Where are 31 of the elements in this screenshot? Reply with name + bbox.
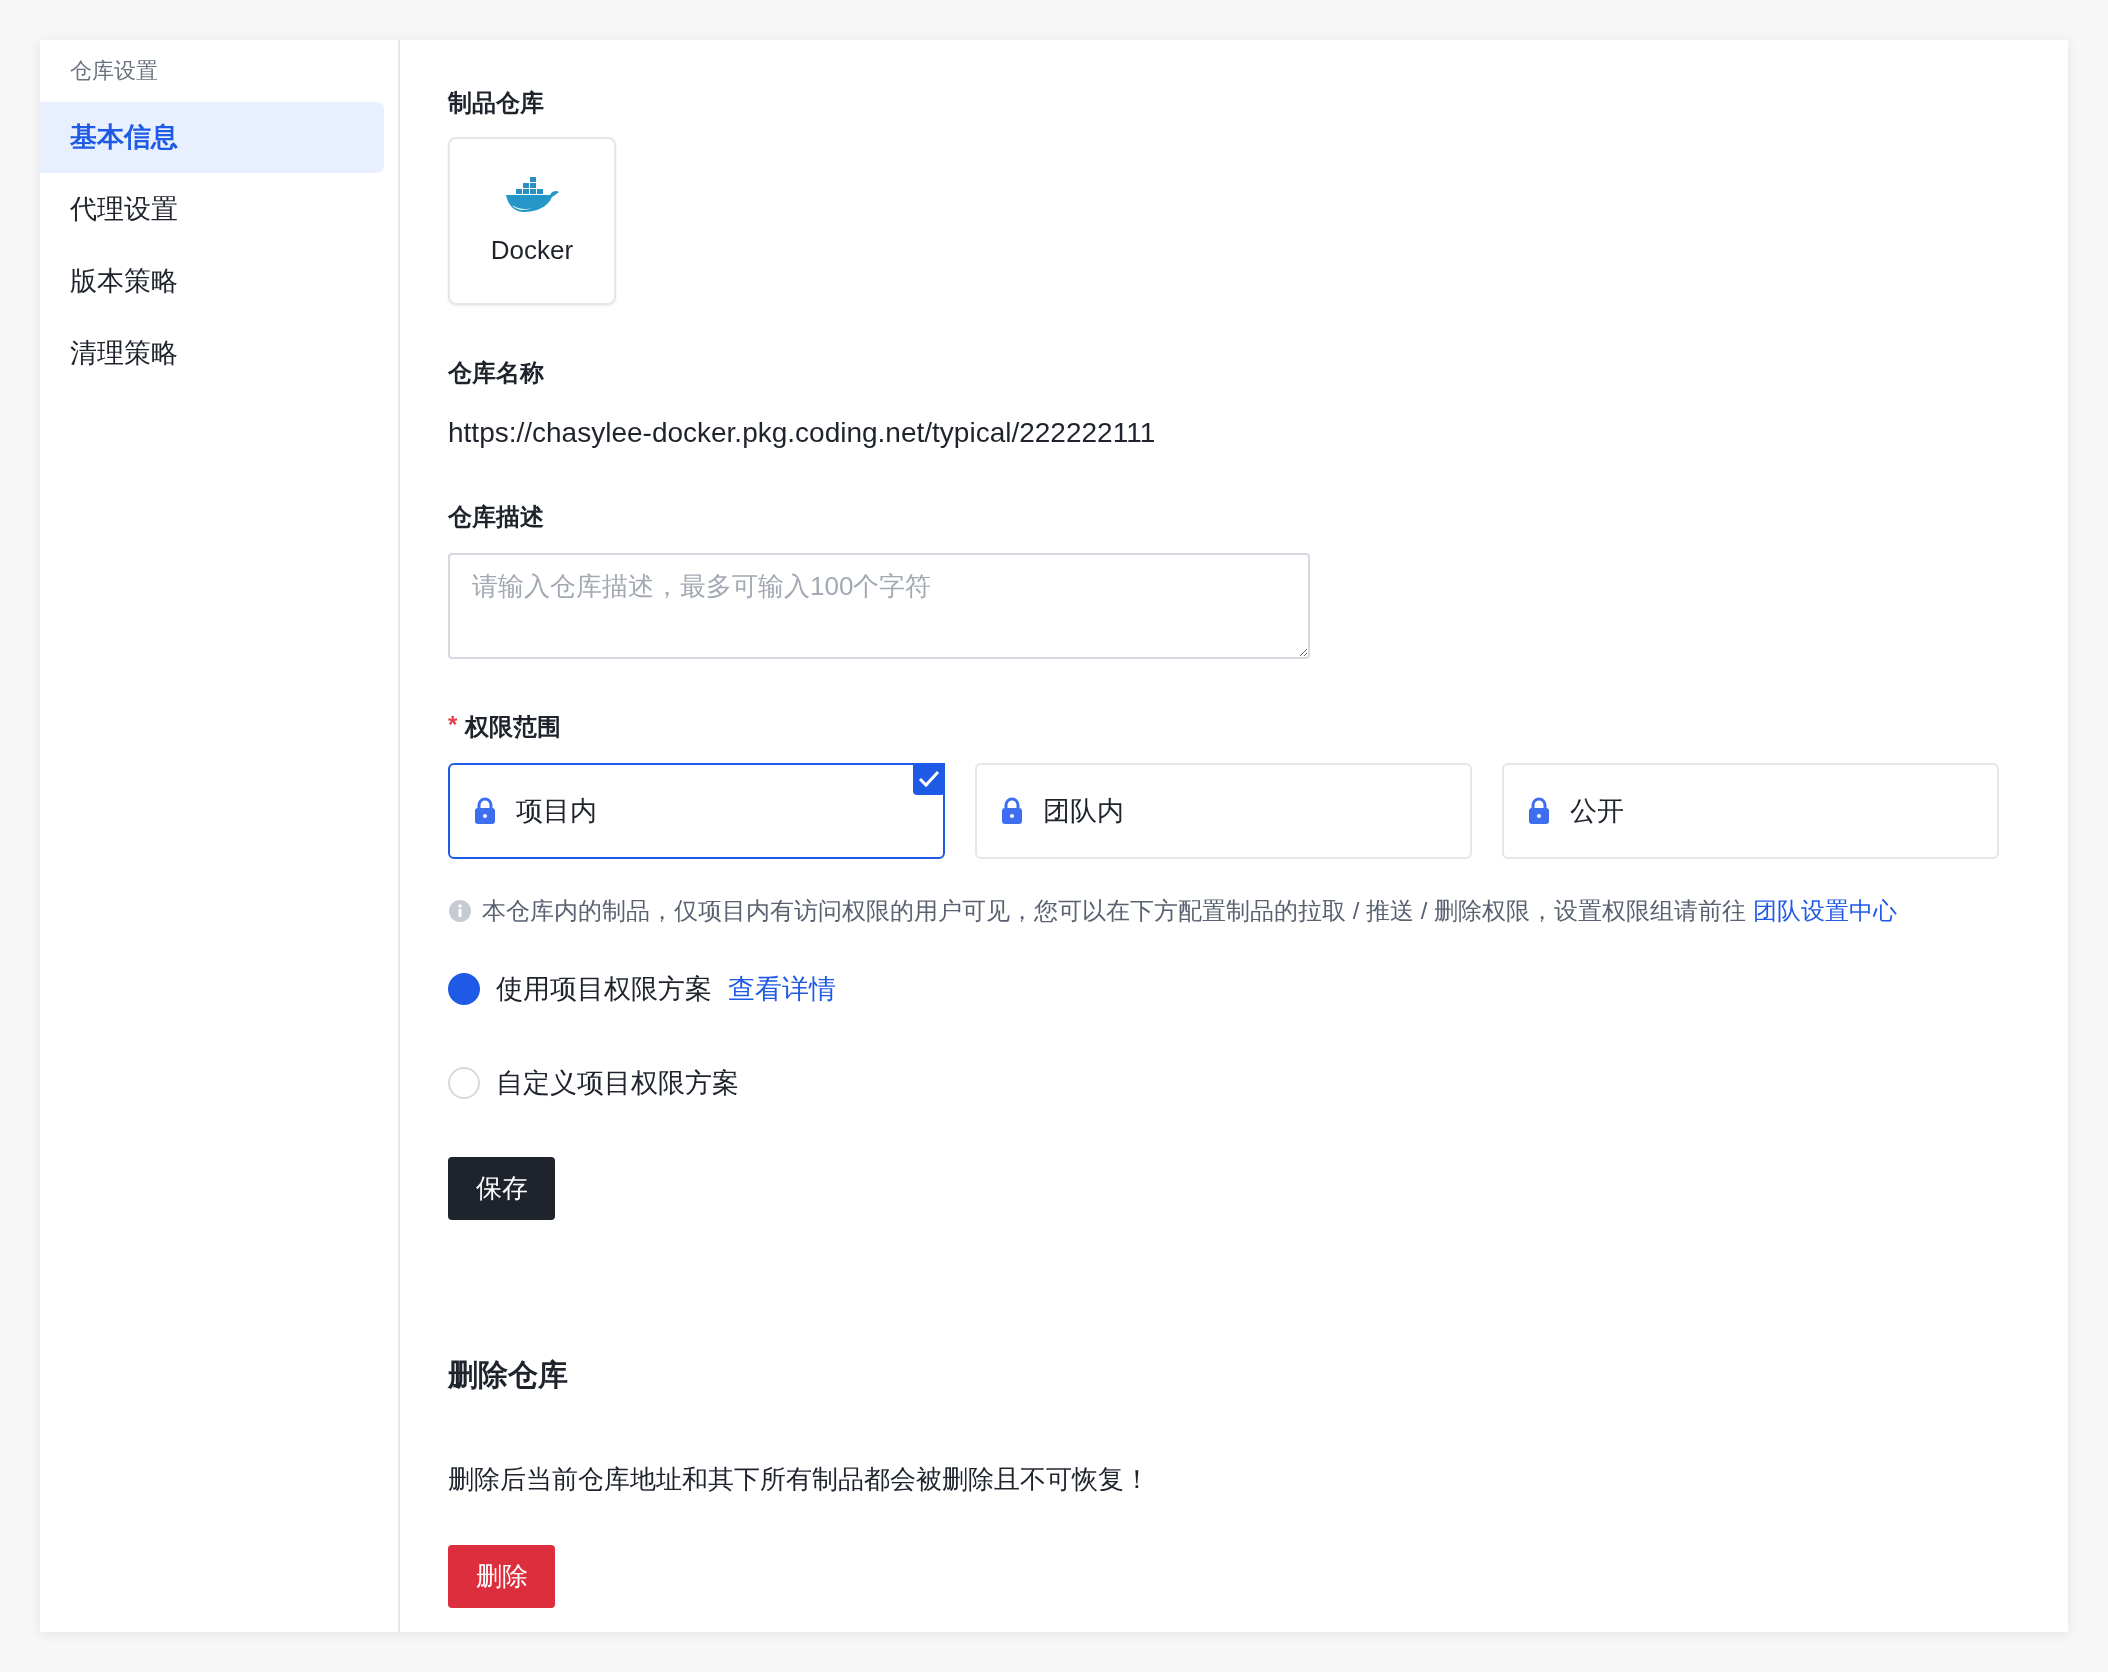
field-label: 仓库名称 bbox=[448, 358, 544, 388]
field-label: 仓库描述 bbox=[448, 502, 544, 532]
radio-label[interactable]: 使用项目权限方案 bbox=[496, 971, 712, 1007]
repository-url: https://chasylee-docker.pkg.coding.net/typical/222222111 bbox=[448, 417, 1156, 449]
sidebar-item[interactable]: 基本信息 bbox=[40, 102, 384, 173]
required-mark: * bbox=[448, 711, 458, 740]
description-field[interactable]: 请输入仓库描述，最多可输入100个字符 bbox=[448, 553, 1310, 659]
sidebar-item[interactable]: 代理设置 bbox=[40, 174, 384, 245]
delete-warning: 删除后当前仓库地址和其下所有制品都会被删除且不可恢复！ bbox=[448, 1463, 1150, 1496]
field-label: 权限范围 bbox=[465, 712, 562, 742]
permission-option[interactable]: 项目内 bbox=[448, 763, 945, 859]
sidebar-item[interactable]: 版本策略 bbox=[40, 246, 384, 317]
sidebar-item[interactable]: 清理策略 bbox=[40, 318, 384, 389]
permission-hint: 本仓库内的制品，仅项目内有访问权限的用户可见，您可以在下方配置制品的拉取 / 推送 / 删除权限，设置权限组请前往 团队设置中心 bbox=[482, 896, 1897, 926]
permission-option[interactable]: 团队内 bbox=[975, 763, 1472, 859]
repository-type-label: Docker bbox=[490, 235, 574, 266]
field-label: 制品仓库 bbox=[448, 88, 544, 118]
info-icon bbox=[448, 899, 472, 923]
team-settings-link[interactable]: 团队设置中心 bbox=[1752, 897, 1897, 924]
sidebar-title: 仓库设置 bbox=[69, 57, 159, 85]
radio-button[interactable] bbox=[448, 973, 480, 1005]
radio-label[interactable]: 自定义项目权限方案 bbox=[496, 1065, 739, 1101]
permission-option[interactable]: 公开 bbox=[1502, 763, 1999, 859]
lock-icon bbox=[1001, 797, 1023, 825]
section-title: 删除仓库 bbox=[448, 1357, 568, 1393]
delete-button[interactable]: 删除 bbox=[448, 1545, 555, 1608]
save-button[interactable]: 保存 bbox=[448, 1157, 555, 1220]
checkmark-icon bbox=[913, 763, 945, 795]
lock-icon bbox=[1528, 797, 1550, 825]
details-link[interactable]: 查看详情 bbox=[728, 971, 836, 1007]
lock-icon bbox=[474, 797, 496, 825]
